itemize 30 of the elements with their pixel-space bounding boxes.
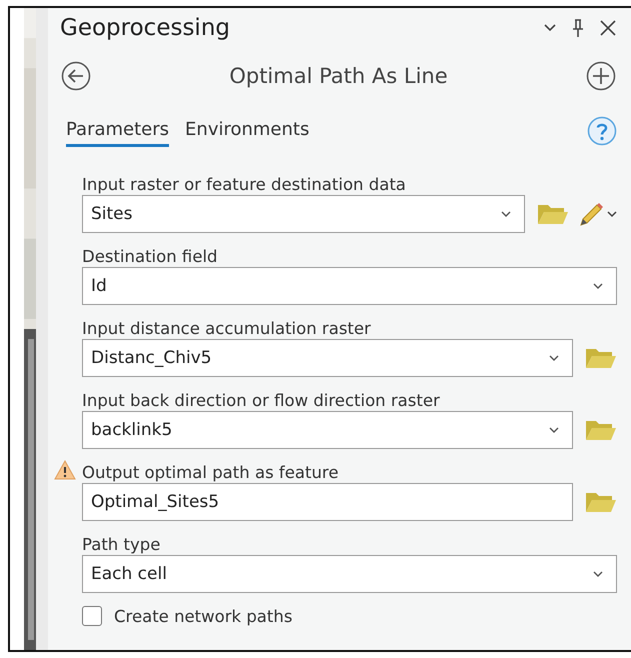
dropdown-field[interactable]: backlink5	[82, 411, 573, 449]
close-icon[interactable]	[599, 19, 617, 37]
pin-icon[interactable]	[571, 18, 585, 38]
dropdown-field[interactable]: Distanc_Chiv5	[82, 339, 573, 377]
tool-title: Optimal Path As Line	[229, 64, 448, 88]
chevron-down-icon	[548, 354, 560, 362]
chevron-down-icon	[592, 570, 604, 578]
chevron-down-icon	[500, 210, 512, 218]
parameter-label: Path type	[82, 535, 160, 554]
checkbox[interactable]	[82, 606, 102, 626]
parameter-label: Output optimal path as feature	[82, 463, 338, 482]
chevron-down-icon[interactable]	[543, 23, 557, 33]
dropdown-field[interactable]: Each cell	[82, 555, 617, 593]
tab[interactable]: Environments	[185, 115, 310, 147]
panel-title: Geoprocessing	[60, 15, 230, 41]
input-field[interactable]: Optimal_Sites5	[82, 483, 573, 521]
back-button[interactable]	[60, 60, 92, 92]
parameter-label: Destination field	[82, 247, 218, 266]
pencil-icon[interactable]	[577, 201, 617, 227]
chevron-down-icon	[592, 282, 604, 290]
dropdown-field[interactable]: Id	[82, 267, 617, 305]
dropdown-field[interactable]: Sites	[82, 195, 525, 233]
parameter-label: Input back direction or flow direction raster	[82, 391, 440, 410]
add-button[interactable]	[584, 60, 617, 92]
parameter-label: Input raster or feature destination data	[82, 175, 406, 194]
tab[interactable]: Parameters	[66, 115, 170, 147]
help-icon[interactable]	[587, 116, 617, 146]
chevron-down-icon	[548, 426, 560, 434]
parameter-label: Input distance accumulation raster	[82, 319, 371, 338]
checkbox-label: Create network paths	[114, 606, 292, 626]
